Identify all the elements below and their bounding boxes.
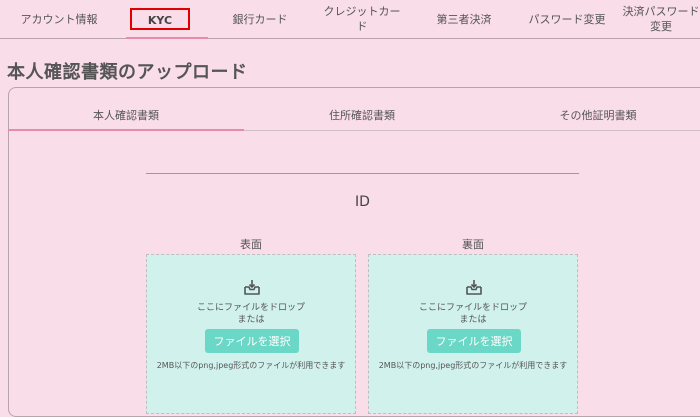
back-dropzone[interactable]: ここにファイルをドロップ または ファイルを選択 2MB以下のpng,jpeg形… [368, 254, 578, 414]
section-title: ID [355, 194, 370, 210]
choose-file-button[interactable]: ファイルを選択 [427, 329, 521, 353]
nav-bank-card[interactable]: 銀行カード [220, 0, 300, 38]
inbox-upload-icon [244, 280, 260, 295]
tab-label: その他証明書類 [559, 109, 637, 122]
front-dropzone[interactable]: ここにファイルをドロップ または ファイルを選択 2MB以下のpng,jpeg形… [146, 254, 356, 414]
or-text: または [459, 315, 487, 325]
nav-label: アカウント情報 [20, 12, 98, 26]
nav-kyc[interactable]: KYC [126, 0, 208, 39]
nav-label: 決済パスワード変更 [622, 5, 700, 33]
nav-label: パスワード変更 [528, 12, 606, 26]
nav-third-party-payment[interactable]: 第三者決済 [424, 0, 504, 38]
or-text: または [237, 315, 265, 325]
nav-label: 銀行カード [232, 12, 288, 26]
file-requirement-note: 2MB以下のpng,jpeg形式のファイルが利用できます [156, 361, 346, 370]
back-side-label: 裏面 [462, 238, 484, 251]
front-side-label: 表面 [240, 238, 262, 251]
top-navigation: アカウント情報 KYC 銀行カード クレジットカード 第三者決済 パスワード変更… [0, 0, 700, 39]
tab-other-document[interactable]: その他証明書類 [480, 100, 700, 130]
page-title: 本人確認書類のアップロード [7, 62, 248, 83]
tab-label: 住所確認書類 [329, 109, 395, 122]
tab-label: 本人確認書類 [93, 108, 159, 122]
nav-label: KYC [130, 8, 190, 30]
inbox-upload-icon [466, 280, 482, 295]
choose-file-button[interactable]: ファイルを選択 [205, 329, 299, 353]
tab-address-document[interactable]: 住所確認書類 [244, 100, 480, 130]
nav-label: クレジットカード [323, 5, 401, 33]
nav-change-payment-password[interactable]: 決済パスワード変更 [622, 0, 700, 38]
nav-change-password[interactable]: パスワード変更 [522, 0, 612, 38]
tab-identity-document[interactable]: 本人確認書類 [8, 100, 244, 131]
file-requirement-note: 2MB以下のpng,jpeg形式のファイルが利用できます [378, 361, 568, 370]
nav-account-info[interactable]: アカウント情報 [12, 0, 106, 38]
nav-label: 第三者決済 [436, 12, 492, 26]
section-divider [146, 173, 579, 174]
document-tabs: 本人確認書類 住所確認書類 その他証明書類 [8, 100, 700, 131]
nav-credit-card[interactable]: クレジットカード [318, 0, 406, 38]
